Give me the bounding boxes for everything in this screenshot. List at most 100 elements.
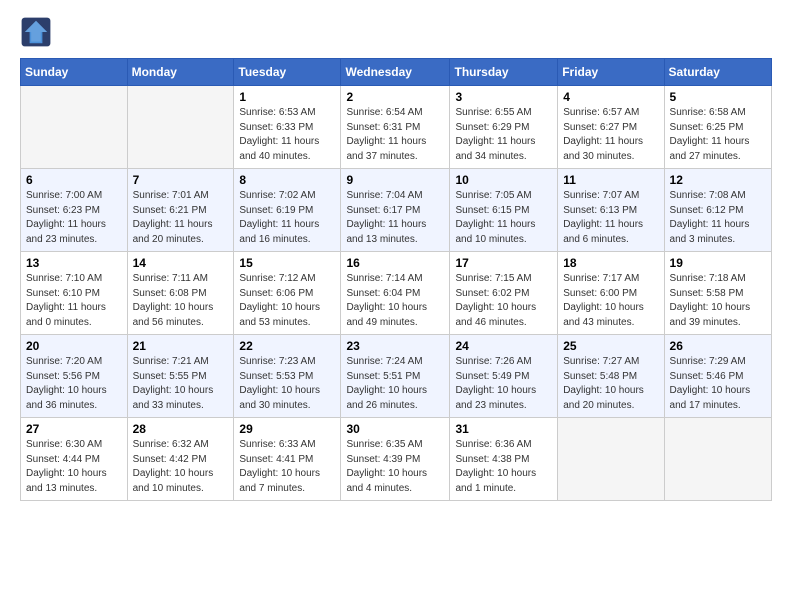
- calendar-cell: 10 Sunrise: 7:05 AM Sunset: 6:15 PM Dayli…: [450, 169, 558, 252]
- day-info: Sunrise: 7:11 AM Sunset: 6:08 PM Dayligh…: [133, 272, 229, 330]
- calendar-cell: [21, 86, 128, 169]
- calendar-cell: 12 Sunrise: 7:08 AM Sunset: 6:12 PM Dayli…: [664, 169, 771, 252]
- weekday-header-monday: Monday: [127, 59, 234, 86]
- day-number: 26: [670, 339, 766, 353]
- logo-icon: [20, 16, 52, 48]
- day-number: 24: [455, 339, 552, 353]
- day-number: 5: [670, 90, 766, 104]
- week-row-1: 1Sunrise: 6:53 AM Sunset: 6:33 PM Daylig…: [21, 86, 772, 169]
- day-number: 18: [563, 256, 658, 270]
- day-info: Sunrise: 6:32 AM Sunset: 4:42 PM Dayligh…: [133, 438, 229, 496]
- calendar: SundayMondayTuesdayWednesdayThursdayFrid…: [20, 58, 772, 501]
- logo: [20, 16, 56, 48]
- calendar-cell: 20 Sunrise: 7:20 AM Sunset: 5:56 PM Dayli…: [21, 335, 128, 418]
- day-info: Sunrise: 7:07 AM Sunset: 6:13 PM Dayligh…: [563, 189, 658, 247]
- weekday-header-row: SundayMondayTuesdayWednesdayThursdayFrid…: [21, 59, 772, 86]
- calendar-cell: 4 Sunrise: 6:57 AM Sunset: 6:27 PM Daylig…: [558, 86, 664, 169]
- weekday-header-wednesday: Wednesday: [341, 59, 450, 86]
- calendar-cell: 17 Sunrise: 7:15 AM Sunset: 6:02 PM Dayli…: [450, 252, 558, 335]
- day-info: Sunrise: 7:10 AM Sunset: 6:10 PM Dayligh…: [26, 272, 122, 330]
- day-number: 9: [346, 173, 444, 187]
- day-number: 21: [133, 339, 229, 353]
- day-number: 15: [239, 256, 335, 270]
- weekday-header-friday: Friday: [558, 59, 664, 86]
- calendar-cell: 8Sunrise: 7:02 AM Sunset: 6:19 PM Daylig…: [234, 169, 341, 252]
- day-number: 29: [239, 422, 335, 436]
- calendar-cell: 2Sunrise: 6:54 AM Sunset: 6:31 PM Daylig…: [341, 86, 450, 169]
- calendar-cell: 23 Sunrise: 7:24 AM Sunset: 5:51 PM Dayli…: [341, 335, 450, 418]
- day-number: 7: [133, 173, 229, 187]
- calendar-cell: 27 Sunrise: 6:30 AM Sunset: 4:44 PM Dayli…: [21, 418, 128, 501]
- calendar-cell: 13 Sunrise: 7:10 AM Sunset: 6:10 PM Dayli…: [21, 252, 128, 335]
- day-info: Sunrise: 7:20 AM Sunset: 5:56 PM Dayligh…: [26, 355, 122, 413]
- calendar-cell: 19 Sunrise: 7:18 AM Sunset: 5:58 PM Dayli…: [664, 252, 771, 335]
- day-number: 30: [346, 422, 444, 436]
- day-number: 23: [346, 339, 444, 353]
- calendar-cell: 14 Sunrise: 7:11 AM Sunset: 6:08 PM Dayli…: [127, 252, 234, 335]
- day-number: 8: [239, 173, 335, 187]
- day-number: 4: [563, 90, 658, 104]
- day-info: Sunrise: 6:30 AM Sunset: 4:44 PM Dayligh…: [26, 438, 122, 496]
- day-number: 13: [26, 256, 122, 270]
- day-number: 27: [26, 422, 122, 436]
- weekday-header-saturday: Saturday: [664, 59, 771, 86]
- day-number: 17: [455, 256, 552, 270]
- day-number: 6: [26, 173, 122, 187]
- day-number: 2: [346, 90, 444, 104]
- calendar-cell: 5 Sunrise: 6:58 AM Sunset: 6:25 PM Daylig…: [664, 86, 771, 169]
- calendar-cell: 22Sunrise: 7:23 AM Sunset: 5:53 PM Dayli…: [234, 335, 341, 418]
- calendar-cell: [558, 418, 664, 501]
- day-info: Sunrise: 6:35 AM Sunset: 4:39 PM Dayligh…: [346, 438, 444, 496]
- day-info: Sunrise: 7:14 AM Sunset: 6:04 PM Dayligh…: [346, 272, 444, 330]
- calendar-cell: 15 Sunrise: 7:12 AM Sunset: 6:06 PM Dayli…: [234, 252, 341, 335]
- week-row-2: 6Sunrise: 7:00 AM Sunset: 6:23 PM Daylig…: [21, 169, 772, 252]
- day-info: Sunrise: 6:36 AM Sunset: 4:38 PM Dayligh…: [455, 438, 552, 496]
- calendar-cell: 11 Sunrise: 7:07 AM Sunset: 6:13 PM Dayli…: [558, 169, 664, 252]
- calendar-cell: 28 Sunrise: 6:32 AM Sunset: 4:42 PM Dayli…: [127, 418, 234, 501]
- day-info: Sunrise: 7:26 AM Sunset: 5:49 PM Dayligh…: [455, 355, 552, 413]
- day-info: Sunrise: 7:23 AM Sunset: 5:53 PM Dayligh…: [239, 355, 335, 413]
- page: SundayMondayTuesdayWednesdayThursdayFrid…: [0, 0, 792, 517]
- weekday-header-thursday: Thursday: [450, 59, 558, 86]
- day-number: 25: [563, 339, 658, 353]
- calendar-cell: 16 Sunrise: 7:14 AM Sunset: 6:04 PM Dayli…: [341, 252, 450, 335]
- day-number: 12: [670, 173, 766, 187]
- day-info: Sunrise: 7:04 AM Sunset: 6:17 PM Dayligh…: [346, 189, 444, 247]
- calendar-cell: 26Sunrise: 7:29 AM Sunset: 5:46 PM Dayli…: [664, 335, 771, 418]
- calendar-cell: 21Sunrise: 7:21 AM Sunset: 5:55 PM Dayli…: [127, 335, 234, 418]
- day-info: Sunrise: 7:15 AM Sunset: 6:02 PM Dayligh…: [455, 272, 552, 330]
- day-number: 14: [133, 256, 229, 270]
- day-number: 11: [563, 173, 658, 187]
- day-info: Sunrise: 6:53 AM Sunset: 6:33 PM Dayligh…: [239, 106, 335, 164]
- calendar-cell: 3Sunrise: 6:55 AM Sunset: 6:29 PM Daylig…: [450, 86, 558, 169]
- day-info: Sunrise: 6:33 AM Sunset: 4:41 PM Dayligh…: [239, 438, 335, 496]
- day-number: 19: [670, 256, 766, 270]
- calendar-cell: 6Sunrise: 7:00 AM Sunset: 6:23 PM Daylig…: [21, 169, 128, 252]
- day-info: Sunrise: 6:55 AM Sunset: 6:29 PM Dayligh…: [455, 106, 552, 164]
- calendar-cell: 31 Sunrise: 6:36 AM Sunset: 4:38 PM Dayli…: [450, 418, 558, 501]
- day-info: Sunrise: 7:05 AM Sunset: 6:15 PM Dayligh…: [455, 189, 552, 247]
- day-info: Sunrise: 7:27 AM Sunset: 5:48 PM Dayligh…: [563, 355, 658, 413]
- header: [20, 16, 772, 48]
- day-info: Sunrise: 7:01 AM Sunset: 6:21 PM Dayligh…: [133, 189, 229, 247]
- day-info: Sunrise: 7:18 AM Sunset: 5:58 PM Dayligh…: [670, 272, 766, 330]
- day-info: Sunrise: 6:58 AM Sunset: 6:25 PM Dayligh…: [670, 106, 766, 164]
- calendar-cell: [664, 418, 771, 501]
- day-info: Sunrise: 6:57 AM Sunset: 6:27 PM Dayligh…: [563, 106, 658, 164]
- day-info: Sunrise: 7:24 AM Sunset: 5:51 PM Dayligh…: [346, 355, 444, 413]
- calendar-cell: 24 Sunrise: 7:26 AM Sunset: 5:49 PM Dayli…: [450, 335, 558, 418]
- day-number: 16: [346, 256, 444, 270]
- week-row-3: 13 Sunrise: 7:10 AM Sunset: 6:10 PM Dayli…: [21, 252, 772, 335]
- day-number: 10: [455, 173, 552, 187]
- day-number: 28: [133, 422, 229, 436]
- calendar-cell: [127, 86, 234, 169]
- day-number: 31: [455, 422, 552, 436]
- day-number: 20: [26, 339, 122, 353]
- day-info: Sunrise: 7:12 AM Sunset: 6:06 PM Dayligh…: [239, 272, 335, 330]
- weekday-header-tuesday: Tuesday: [234, 59, 341, 86]
- calendar-cell: 29 Sunrise: 6:33 AM Sunset: 4:41 PM Dayli…: [234, 418, 341, 501]
- day-info: Sunrise: 7:08 AM Sunset: 6:12 PM Dayligh…: [670, 189, 766, 247]
- calendar-cell: 30 Sunrise: 6:35 AM Sunset: 4:39 PM Dayli…: [341, 418, 450, 501]
- week-row-5: 27 Sunrise: 6:30 AM Sunset: 4:44 PM Dayli…: [21, 418, 772, 501]
- weekday-header-sunday: Sunday: [21, 59, 128, 86]
